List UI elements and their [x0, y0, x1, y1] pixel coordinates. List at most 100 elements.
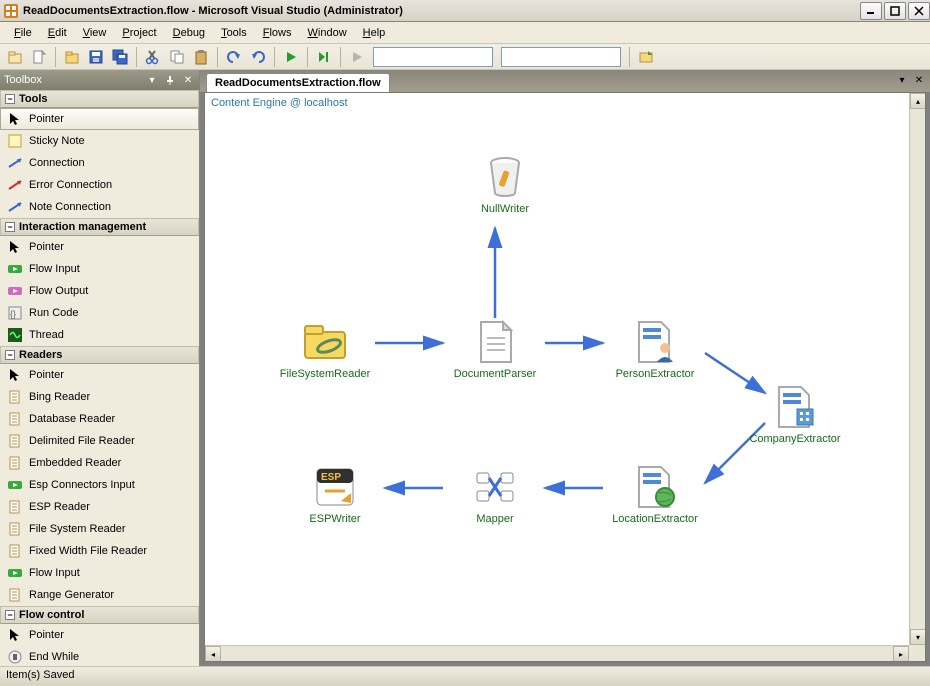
doc-person-icon: [631, 318, 679, 366]
save-button[interactable]: [85, 46, 107, 68]
toolbox-group-flow-control[interactable]: −Flow control: [0, 606, 199, 624]
platform-combo[interactable]: [501, 47, 621, 67]
config-combo[interactable]: [373, 47, 493, 67]
doc-icon: [7, 521, 23, 537]
paste-button[interactable]: [190, 46, 212, 68]
toolbox-item-pointer[interactable]: Pointer: [0, 236, 199, 258]
new-file-button[interactable]: [28, 46, 50, 68]
conn-red-icon: [7, 177, 23, 193]
horizontal-scrollbar[interactable]: ◂ ▸: [205, 645, 909, 661]
node-label: ESPWriter: [309, 513, 360, 525]
toolbox-group-tools[interactable]: −Tools: [0, 90, 199, 108]
toolbox-item-fixed-width-file-reader[interactable]: Fixed Width File Reader: [0, 540, 199, 562]
mapper-icon: [471, 463, 519, 511]
node-label: DocumentParser: [454, 368, 537, 380]
toolbox-item-bing-reader[interactable]: Bing Reader: [0, 386, 199, 408]
vertical-scrollbar[interactable]: ▴ ▾: [909, 93, 925, 645]
scroll-up-icon[interactable]: ▴: [910, 93, 926, 109]
scrollbar-corner: [909, 645, 925, 661]
toolbox-item-flow-output[interactable]: Flow Output: [0, 280, 199, 302]
scroll-left-icon[interactable]: ◂: [205, 646, 221, 662]
cut-button[interactable]: [142, 46, 164, 68]
flow-node-person[interactable]: PersonExtractor: [595, 318, 715, 380]
node-label: NullWriter: [481, 203, 529, 215]
node-label: FileSystemReader: [280, 368, 370, 380]
menu-help[interactable]: Help: [355, 25, 394, 41]
window-title: ReadDocumentsExtraction.flow - Microsoft…: [23, 5, 858, 17]
close-button[interactable]: [908, 2, 930, 20]
title-bar: ReadDocumentsExtraction.flow - Microsoft…: [0, 0, 930, 22]
toolbox-item-error-connection[interactable]: Error Connection: [0, 174, 199, 196]
flow-node-nullwriter[interactable]: NullWriter: [445, 153, 565, 215]
scroll-right-icon[interactable]: ▸: [893, 646, 909, 662]
tab-close-icon[interactable]: ✕: [912, 73, 926, 87]
toolbox-group-readers[interactable]: −Readers: [0, 346, 199, 364]
toolbox-item-esp-connectors-input[interactable]: Esp Connectors Input: [0, 474, 199, 496]
conn-blue-icon: [7, 155, 23, 171]
menu-project[interactable]: Project: [114, 25, 164, 41]
menu-debug[interactable]: Debug: [165, 25, 213, 41]
flow-node-mapper[interactable]: Mapper: [435, 463, 555, 525]
toolbox-item-pointer[interactable]: Pointer: [0, 108, 199, 130]
flow-node-espwriter[interactable]: ESPESPWriter: [275, 463, 395, 525]
app-icon: [3, 3, 19, 19]
continue-button[interactable]: [346, 46, 368, 68]
flow-canvas[interactable]: NullWriter FileSystemReader DocumentParser…: [205, 93, 925, 653]
toolbox-item-range-generator[interactable]: Range Generator: [0, 584, 199, 606]
menu-file[interactable]: File: [6, 25, 40, 41]
close-panel-icon[interactable]: ✕: [181, 73, 195, 87]
menu-window[interactable]: Window: [300, 25, 355, 41]
step-button[interactable]: [313, 46, 335, 68]
toolbox-item-file-system-reader[interactable]: File System Reader: [0, 518, 199, 540]
document-tabs: ReadDocumentsExtraction.flow ▾ ✕: [200, 70, 930, 92]
tab-dropdown-icon[interactable]: ▾: [895, 73, 909, 87]
menu-view[interactable]: View: [75, 25, 115, 41]
new-project-button[interactable]: [4, 46, 26, 68]
toolbox-item-esp-reader[interactable]: ESP Reader: [0, 496, 199, 518]
collapse-icon: −: [5, 610, 15, 620]
toolbox-item-run-code[interactable]: {}Run Code: [0, 302, 199, 324]
tab-active[interactable]: ReadDocumentsExtraction.flow: [206, 73, 390, 92]
collapse-icon: −: [5, 222, 15, 232]
menu-flows[interactable]: Flows: [255, 25, 300, 41]
toolbox-item-embedded-reader[interactable]: Embedded Reader: [0, 452, 199, 474]
flow-node-location[interactable]: LocationExtractor: [595, 463, 715, 525]
doc-icon: [7, 433, 23, 449]
redo-button[interactable]: [247, 46, 269, 68]
doc-icon: [7, 389, 23, 405]
pointer-icon: [7, 627, 23, 643]
toolbox-dropdown-icon[interactable]: ▾: [145, 73, 159, 87]
save-all-button[interactable]: [109, 46, 131, 68]
toolbox-item-database-reader[interactable]: Database Reader: [0, 408, 199, 430]
start-debug-button[interactable]: [280, 46, 302, 68]
menu-tools[interactable]: Tools: [213, 25, 255, 41]
flow-node-docparser[interactable]: DocumentParser: [435, 318, 555, 380]
menu-edit[interactable]: Edit: [40, 25, 75, 41]
flow-node-filesystem[interactable]: FileSystemReader: [265, 318, 385, 380]
toolbox-group-interaction-management[interactable]: −Interaction management: [0, 218, 199, 236]
toolbox-item-note-connection[interactable]: Note Connection: [0, 196, 199, 218]
undo-button[interactable]: [223, 46, 245, 68]
doc-icon: [7, 543, 23, 559]
toolbox-item-sticky-note[interactable]: Sticky Note: [0, 130, 199, 152]
doc-icon: [7, 411, 23, 427]
folder-icon: [301, 318, 349, 366]
copy-button[interactable]: [166, 46, 188, 68]
toolbox-item-flow-input[interactable]: Flow Input: [0, 562, 199, 584]
toolbox-item-flow-input[interactable]: Flow Input: [0, 258, 199, 280]
flow-node-company[interactable]: CompanyExtractor: [735, 383, 855, 445]
scroll-down-icon[interactable]: ▾: [910, 629, 926, 645]
node-label: CompanyExtractor: [749, 433, 840, 445]
find-symbol-button[interactable]: [635, 46, 657, 68]
open-button[interactable]: [61, 46, 83, 68]
toolbox-item-pointer[interactable]: Pointer: [0, 364, 199, 386]
pointer-icon: [7, 367, 23, 383]
toolbox-item-pointer[interactable]: Pointer: [0, 624, 199, 646]
maximize-button[interactable]: [884, 2, 906, 20]
pin-icon[interactable]: [163, 73, 177, 87]
minimize-button[interactable]: [860, 2, 882, 20]
toolbox-item-end-while[interactable]: End While: [0, 646, 199, 666]
toolbox-item-thread[interactable]: Thread: [0, 324, 199, 346]
toolbox-item-connection[interactable]: Connection: [0, 152, 199, 174]
toolbox-item-delimited-file-reader[interactable]: Delimited File Reader: [0, 430, 199, 452]
